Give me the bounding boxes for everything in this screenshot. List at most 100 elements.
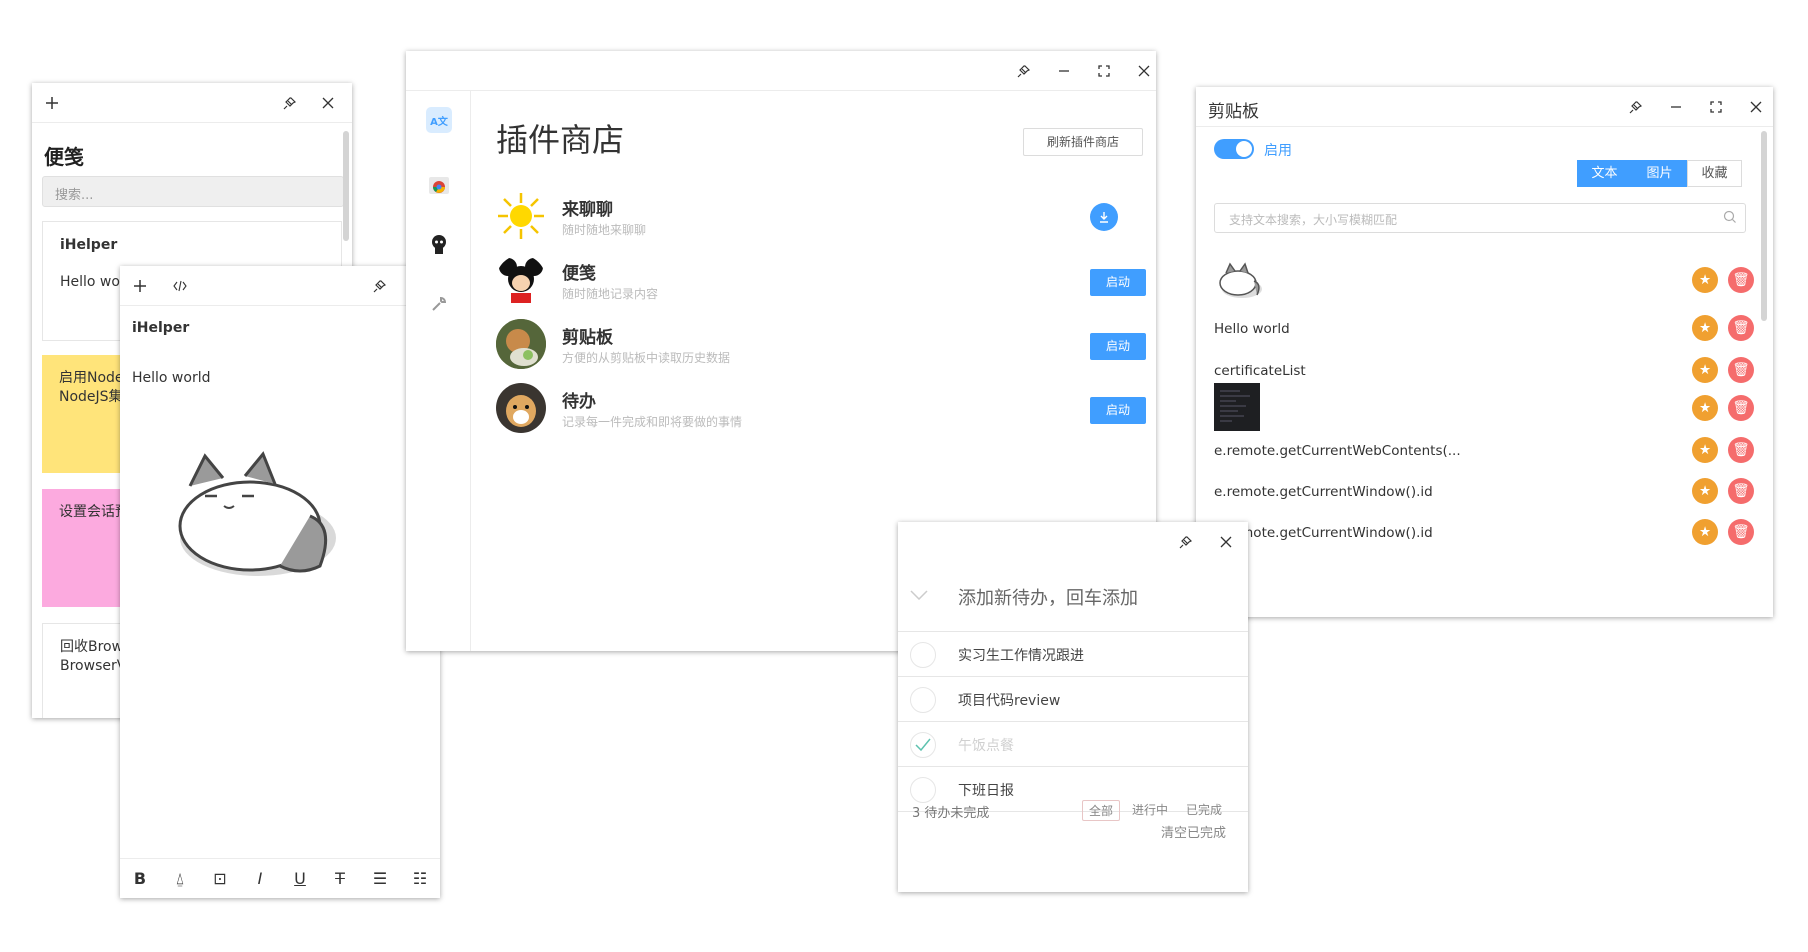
plugin-description: 随时随地来聊聊 [562, 223, 647, 237]
code-screenshot-thumbnail [1214, 383, 1260, 431]
clipboard-item[interactable]: ★ 🗑 [1214, 255, 1754, 305]
new-todo-placeholder: 添加新待办，回车添加 [958, 588, 1138, 609]
pin-icon[interactable] [1176, 532, 1196, 552]
clipboard-item[interactable]: e.remote.getCurrentWindow().id ★ 🗑 [1214, 478, 1754, 508]
todo-label: 实习生工作情况跟进 [958, 648, 1084, 664]
item-actions: ★ 🗑 [1692, 437, 1754, 463]
filter-completed[interactable]: 已完成 [1180, 800, 1228, 821]
translate-icon[interactable]: A文 [426, 107, 452, 133]
minimize-icon[interactable] [1666, 97, 1686, 117]
todo-titlebar [898, 522, 1248, 562]
clipboard-search-input[interactable]: 支持文本搜索，大小写模糊匹配 [1214, 203, 1746, 233]
notes-search-input[interactable]: 搜索... [42, 176, 344, 207]
star-icon[interactable]: ★ [1692, 437, 1718, 463]
color-icon[interactable]: ⍙ [168, 869, 192, 889]
maximize-icon[interactable] [1094, 61, 1114, 81]
star-icon[interactable]: ★ [1692, 267, 1718, 293]
todo-plugin-avatar [496, 383, 546, 433]
italic-icon[interactable]: I [248, 869, 272, 888]
star-icon[interactable]: ★ [1692, 478, 1718, 504]
editor-titlebar [120, 266, 440, 306]
star-icon[interactable]: ★ [1692, 395, 1718, 421]
close-icon[interactable] [1216, 532, 1236, 552]
plugin-name: 待办 [562, 392, 596, 412]
todo-item[interactable]: 实习生工作情况跟进 [898, 632, 1248, 677]
editor-body-text[interactable]: Hello world [132, 370, 210, 386]
editor-heading[interactable]: iHelper [132, 320, 189, 336]
trash-icon[interactable]: 🗑 [1728, 315, 1754, 341]
pin-icon[interactable] [1626, 97, 1646, 117]
pin-icon[interactable] [370, 276, 390, 296]
clipboard-tabs: 文本 图片 收藏 [1577, 160, 1742, 187]
add-note-icon[interactable] [42, 93, 62, 113]
todo-item[interactable]: 项目代码review [898, 677, 1248, 722]
code-icon[interactable] [170, 276, 190, 296]
star-icon[interactable]: ★ [1692, 357, 1718, 383]
mickey-avatar [496, 255, 546, 305]
todo-checkbox[interactable] [910, 732, 936, 758]
trash-icon[interactable]: 🗑 [1728, 395, 1754, 421]
tab-image[interactable]: 图片 [1632, 160, 1687, 187]
wrench-icon[interactable] [426, 291, 452, 317]
item-actions: ★ 🗑 [1692, 357, 1754, 383]
strikethrough-icon[interactable]: T [328, 869, 352, 888]
chrome-store-icon[interactable] [426, 171, 452, 197]
scrollbar[interactable] [343, 131, 349, 241]
toggle-all-icon[interactable] [910, 584, 928, 605]
plugin-name: 剪贴板 [562, 328, 613, 348]
notes-title: 便笺 [44, 145, 84, 169]
trash-icon[interactable]: 🗑 [1728, 437, 1754, 463]
close-icon[interactable] [318, 93, 338, 113]
clipboard-item[interactable]: ★ 🗑 [1214, 383, 1754, 439]
launch-button[interactable]: 启动 [1090, 397, 1146, 424]
plugin-description: 随时随地记录内容 [562, 287, 659, 301]
filter-all[interactable]: 全部 [1081, 800, 1120, 821]
maximize-icon[interactable] [1706, 97, 1726, 117]
search-placeholder: 支持文本搜索，大小写模糊匹配 [1229, 213, 1398, 227]
clear-completed-button[interactable]: 清空已完成 [1161, 822, 1226, 841]
launch-button[interactable]: 启动 [1090, 333, 1146, 360]
launch-button[interactable]: 启动 [1090, 269, 1146, 296]
todo-checkbox[interactable] [910, 642, 936, 668]
todo-checkbox[interactable] [910, 687, 936, 713]
add-note-icon[interactable] [130, 276, 150, 296]
clipboard-text: e.remote.getCurrentWebContents(... [1214, 443, 1461, 459]
bullet-list-icon[interactable]: ☰ [368, 869, 392, 888]
star-icon[interactable]: ★ [1692, 315, 1718, 341]
clipboard-plugin-avatar [496, 319, 546, 369]
close-icon[interactable] [1746, 97, 1766, 117]
clipboard-item[interactable]: Hello world ★ 🗑 [1214, 315, 1754, 345]
close-icon[interactable] [1134, 61, 1154, 81]
numbered-list-icon[interactable]: ☷ [408, 869, 432, 888]
star-icon[interactable]: ★ [1692, 519, 1718, 545]
pin-icon[interactable] [1014, 61, 1034, 81]
plugin-row: 待办 记录每一件完成和即将要做的事情 启动 [496, 379, 1146, 439]
check-icon [915, 738, 931, 752]
tab-text[interactable]: 文本 [1577, 160, 1632, 187]
todo-checkbox[interactable] [910, 777, 936, 803]
new-todo-input[interactable]: 添加新待办，回车添加 [898, 562, 1248, 632]
enable-toggle[interactable] [1214, 139, 1254, 159]
refresh-store-button[interactable]: 刷新插件商店 [1023, 128, 1143, 156]
clipboard-item[interactable]: e.remote.getCurrentWindow().id ★ 🗑 [1214, 519, 1754, 549]
bold-icon[interactable]: B [128, 869, 152, 888]
github-icon[interactable] [426, 231, 452, 257]
pin-icon[interactable] [280, 93, 300, 113]
trash-icon[interactable]: 🗑 [1728, 478, 1754, 504]
tab-favorites[interactable]: 收藏 [1687, 160, 1742, 187]
clipboard-text: Hello world [1214, 321, 1290, 337]
plugin-row: 便笺 随时随地记录内容 启动 [496, 251, 1146, 311]
todo-item[interactable]: 午饭点餐 [898, 722, 1248, 767]
trash-icon[interactable]: 🗑 [1728, 267, 1754, 293]
highlight-icon[interactable]: ⊡ [208, 869, 232, 888]
filter-active[interactable]: 进行中 [1126, 800, 1174, 821]
trash-icon[interactable]: 🗑 [1728, 357, 1754, 383]
clipboard-item[interactable]: e.remote.getCurrentWebContents(... ★ 🗑 [1214, 437, 1754, 467]
minimize-icon[interactable] [1054, 61, 1074, 81]
download-button[interactable] [1090, 203, 1118, 231]
trash-icon[interactable]: 🗑 [1728, 519, 1754, 545]
underline-icon[interactable]: U [288, 869, 312, 888]
todo-label: 项目代码review [958, 693, 1061, 709]
plugin-description: 方便的从剪贴板中读取历史数据 [562, 351, 731, 365]
scrollbar[interactable] [1761, 131, 1767, 321]
